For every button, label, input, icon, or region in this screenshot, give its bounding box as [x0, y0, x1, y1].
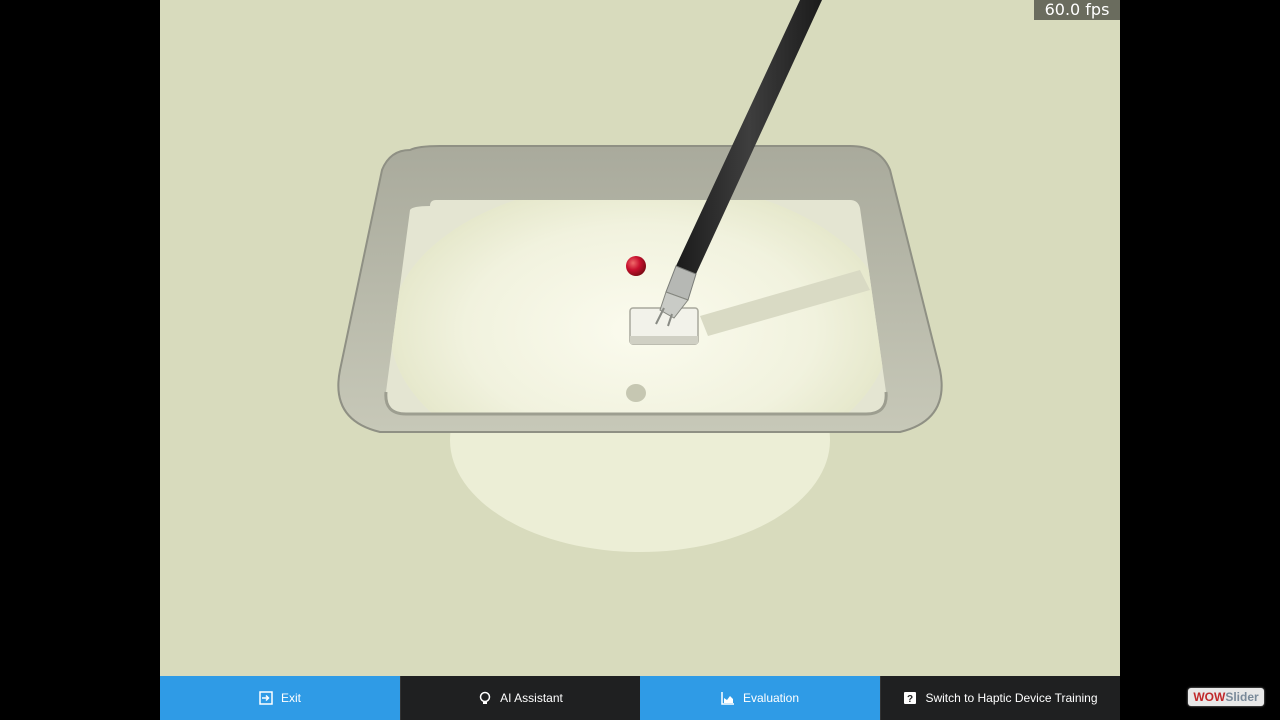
haptic-training-button[interactable]: ? Switch to Haptic Device Training: [880, 676, 1120, 720]
ai-assistant-label: AI Assistant: [500, 691, 563, 705]
wowslider-watermark: WOWSlider: [1188, 688, 1264, 706]
simulation-viewport[interactable]: 60.0 fps: [160, 0, 1120, 676]
chart-icon: [721, 692, 734, 705]
evaluation-label: Evaluation: [742, 691, 800, 705]
red-ball[interactable]: [626, 256, 646, 276]
lightbulb-icon: [479, 691, 491, 704]
exit-label: Exit: [280, 691, 301, 705]
watermark-part2: Slider: [1225, 690, 1259, 704]
evaluation-button[interactable]: Evaluation: [640, 676, 880, 720]
haptic-training-label: Switch to Haptic Device Training: [925, 691, 1098, 705]
ai-assistant-button[interactable]: AI Assistant: [400, 676, 640, 720]
ball-shadow: [626, 384, 646, 402]
bottom-toolbar: Exit AI Assistant Evaluation ? Switch to…: [160, 676, 1120, 720]
svg-text:?: ?: [907, 694, 913, 705]
help-icon: ?: [904, 692, 917, 705]
exit-icon: [259, 691, 273, 705]
surgical-scene: [337, 0, 943, 552]
fps-counter: 60.0 fps: [1034, 0, 1120, 20]
watermark-part1: WOW: [1193, 690, 1226, 704]
exit-button[interactable]: Exit: [160, 676, 400, 720]
